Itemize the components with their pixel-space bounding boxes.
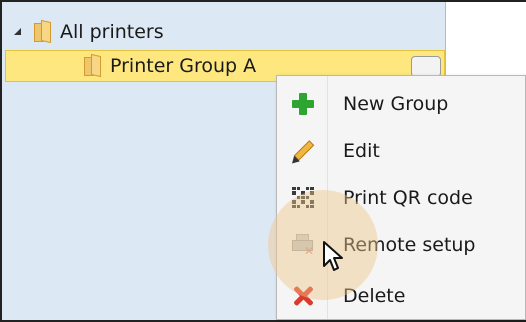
tree-item-label: Printer Group A [110, 55, 257, 77]
collapse-arrow-icon[interactable] [12, 26, 24, 38]
menu-item-label: Edit [343, 139, 380, 162]
pencil-icon [289, 138, 316, 166]
menu-item-new-group[interactable]: New Group [277, 80, 525, 127]
folder-icon [32, 19, 54, 44]
menu-item-edit[interactable]: Edit [277, 127, 525, 174]
plus-icon [292, 92, 314, 115]
tree-item-label: All printers [60, 21, 164, 43]
tree-item-all-printers[interactable]: All printers [12, 17, 164, 47]
folder-icon [82, 53, 104, 78]
mouse-cursor-icon [323, 241, 343, 271]
menu-item-label: New Group [343, 92, 449, 115]
row-action-button[interactable] [411, 56, 441, 77]
